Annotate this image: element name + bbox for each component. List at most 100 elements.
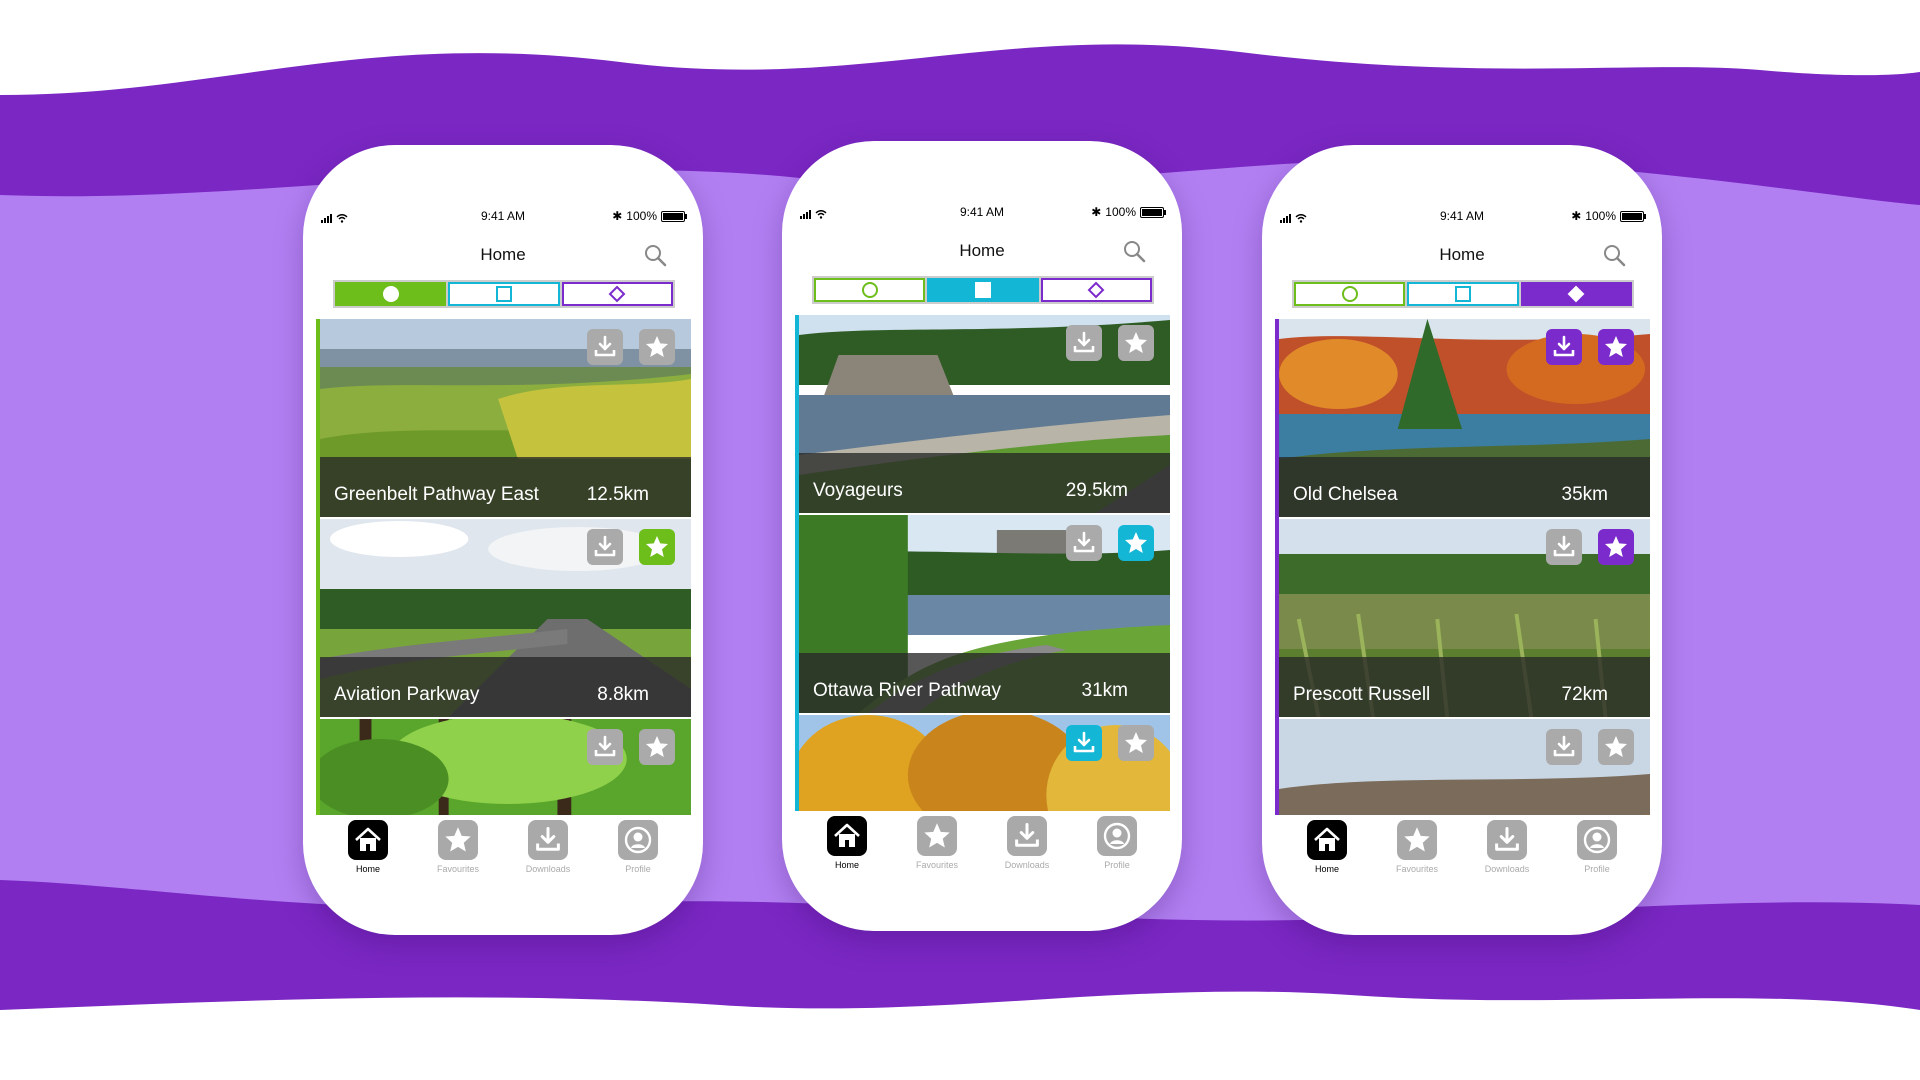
trail-card[interactable]: Old Chelsea 35km xyxy=(1279,319,1650,517)
star-icon xyxy=(1603,534,1629,560)
trail-card[interactable]: Aviation Parkway 8.8km xyxy=(320,519,691,717)
search-icon[interactable] xyxy=(1602,243,1626,267)
trail-distance: 29.5km xyxy=(1065,480,1128,501)
home-icon xyxy=(1307,820,1347,860)
segment-diamond[interactable] xyxy=(1518,282,1632,306)
download-button[interactable] xyxy=(587,329,623,365)
trail-info-bar: Aviation Parkway 8.8km xyxy=(320,657,691,717)
trail-list[interactable]: Old Chelsea 35km Prescott Russell 72km xyxy=(1275,319,1650,815)
tab-label: Home xyxy=(355,864,380,874)
trail-card[interactable]: Greenbelt Pathway East 12.5km xyxy=(320,319,691,517)
trail-info-bar: Ottawa River Pathway 31km xyxy=(799,653,1170,713)
battery-icon xyxy=(1620,210,1646,222)
star-icon xyxy=(1603,334,1629,360)
segment-circle[interactable] xyxy=(814,278,925,302)
profile-icon xyxy=(1577,820,1617,860)
battery-percent: 100% xyxy=(626,209,657,223)
download-icon xyxy=(1551,534,1577,560)
circle-icon xyxy=(1341,285,1359,303)
trail-card[interactable]: Voyageurs 29.5km xyxy=(799,315,1170,513)
segment-diamond[interactable] xyxy=(1038,278,1152,302)
profile-icon xyxy=(618,820,658,860)
download-icon xyxy=(1071,330,1097,356)
segment-circle[interactable] xyxy=(1294,282,1405,306)
tab-profile[interactable]: Profile xyxy=(1557,820,1637,880)
search-icon[interactable] xyxy=(1122,239,1146,263)
status-bar: 9:41 AM ✱ 100% xyxy=(1280,209,1646,225)
trail-card[interactable]: Prescott Russell 72km xyxy=(1279,519,1650,717)
trail-info-bar: Old Chelsea 35km xyxy=(1279,457,1650,517)
download-button[interactable] xyxy=(1546,329,1582,365)
favourite-button[interactable] xyxy=(1598,529,1634,565)
tab-profile[interactable]: Profile xyxy=(1077,816,1157,876)
battery-status: ✱ 100% xyxy=(612,209,687,223)
category-segmented-control xyxy=(812,276,1154,304)
trail-info-bar: Prescott Russell 72km xyxy=(1279,657,1650,717)
tab-downloads[interactable]: Downloads xyxy=(1467,820,1547,880)
download-button[interactable] xyxy=(1546,529,1582,565)
favourite-button[interactable] xyxy=(1598,329,1634,365)
battery-percent: 100% xyxy=(1105,205,1136,219)
favourite-button[interactable] xyxy=(639,329,675,365)
download-button[interactable] xyxy=(587,529,623,565)
favourite-button[interactable] xyxy=(1598,729,1634,765)
star-icon xyxy=(1603,734,1629,760)
search-icon[interactable] xyxy=(643,243,667,267)
tab-label: Favourites xyxy=(1395,864,1439,874)
tab-favourites[interactable]: Favourites xyxy=(897,816,977,876)
tab-label: Favourites xyxy=(915,860,959,870)
trail-card[interactable] xyxy=(799,715,1170,811)
download-icon xyxy=(528,820,568,860)
bluetooth-icon: ✱ xyxy=(1571,209,1582,223)
favourite-button[interactable] xyxy=(1118,725,1154,761)
trail-name: Old Chelsea xyxy=(1293,484,1398,505)
tab-label: Home xyxy=(1314,864,1339,874)
trail-photo xyxy=(799,715,1170,811)
segment-circle[interactable] xyxy=(335,282,447,306)
trail-distance: 12.5km xyxy=(586,484,649,505)
tab-home[interactable]: Home xyxy=(1287,820,1367,880)
tab-label: Home xyxy=(834,860,859,870)
tab-home[interactable]: Home xyxy=(328,820,408,880)
tab-downloads[interactable]: Downloads xyxy=(987,816,1067,876)
tab-downloads[interactable]: Downloads xyxy=(508,820,588,880)
nav-header: Home xyxy=(782,239,1182,265)
trail-list[interactable]: Greenbelt Pathway East 12.5km Aviation P… xyxy=(316,319,691,815)
tab-label: Downloads xyxy=(525,864,571,874)
trail-card[interactable] xyxy=(320,719,691,815)
favourite-button[interactable] xyxy=(1118,525,1154,561)
tab-favourites[interactable]: Favourites xyxy=(1377,820,1457,880)
download-button[interactable] xyxy=(1066,325,1102,361)
square-icon xyxy=(974,281,992,299)
star-icon xyxy=(1123,330,1149,356)
download-icon xyxy=(592,534,618,560)
download-button[interactable] xyxy=(1066,725,1102,761)
favourite-button[interactable] xyxy=(639,729,675,765)
segment-square[interactable] xyxy=(1405,282,1518,306)
trail-name: Ottawa River Pathway xyxy=(813,680,1001,701)
trail-name: Aviation Parkway xyxy=(334,684,480,705)
trail-photo xyxy=(1279,719,1650,815)
tab-favourites[interactable]: Favourites xyxy=(418,820,498,880)
trail-card[interactable]: Ottawa River Pathway 31km xyxy=(799,515,1170,713)
trail-list[interactable]: Voyageurs 29.5km Ottawa River Pathway 31… xyxy=(795,315,1170,811)
download-button[interactable] xyxy=(1066,525,1102,561)
status-bar: 9:41 AM ✱ 100% xyxy=(800,205,1166,221)
download-button[interactable] xyxy=(587,729,623,765)
tab-home[interactable]: Home xyxy=(807,816,887,876)
trail-card[interactable] xyxy=(1279,719,1650,815)
category-segmented-control xyxy=(333,280,675,308)
segment-square[interactable] xyxy=(925,278,1039,302)
favourite-button[interactable] xyxy=(1118,325,1154,361)
nav-header: Home xyxy=(303,243,703,269)
favourite-button[interactable] xyxy=(639,529,675,565)
star-icon xyxy=(644,534,670,560)
segment-diamond[interactable] xyxy=(559,282,673,306)
segment-square[interactable] xyxy=(446,282,559,306)
battery-percent: 100% xyxy=(1585,209,1616,223)
tab-label: Profile xyxy=(1104,860,1130,870)
tab-profile[interactable]: Profile xyxy=(598,820,678,880)
star-icon xyxy=(644,734,670,760)
status-bar: 9:41 AM ✱ 100% xyxy=(321,209,687,225)
download-button[interactable] xyxy=(1546,729,1582,765)
